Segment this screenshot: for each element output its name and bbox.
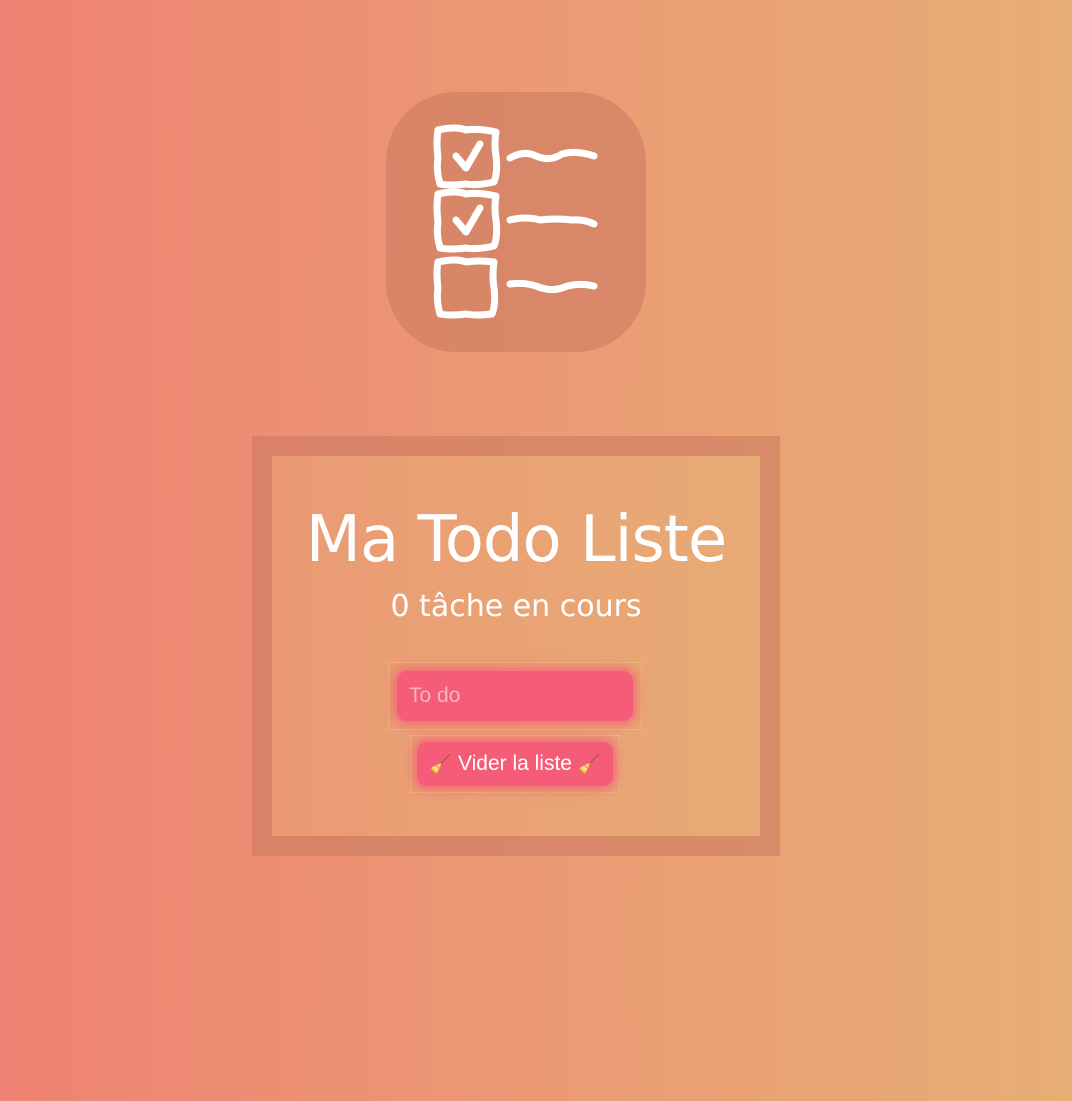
clear-list-label: Vider la liste xyxy=(457,752,572,775)
todo-card-frame: Ma Todo Liste 0 tâche en cours 🧹 Vider l… xyxy=(252,436,780,856)
clear-list-button[interactable]: 🧹 Vider la liste 🧹 xyxy=(417,742,613,786)
app-logo xyxy=(386,92,646,352)
task-counter: 0 tâche en cours xyxy=(390,589,642,624)
clear-button-wrapper: 🧹 Vider la liste 🧹 xyxy=(410,735,620,793)
todo-card: Ma Todo Liste 0 tâche en cours 🧹 Vider l… xyxy=(272,456,760,836)
broom-icon: 🧹 xyxy=(578,754,601,774)
todo-input[interactable] xyxy=(397,671,633,721)
page-title: Ma Todo Liste xyxy=(305,503,728,577)
todo-input-wrapper xyxy=(388,662,642,730)
broom-icon: 🧹 xyxy=(429,754,452,774)
checklist-icon xyxy=(433,124,598,319)
